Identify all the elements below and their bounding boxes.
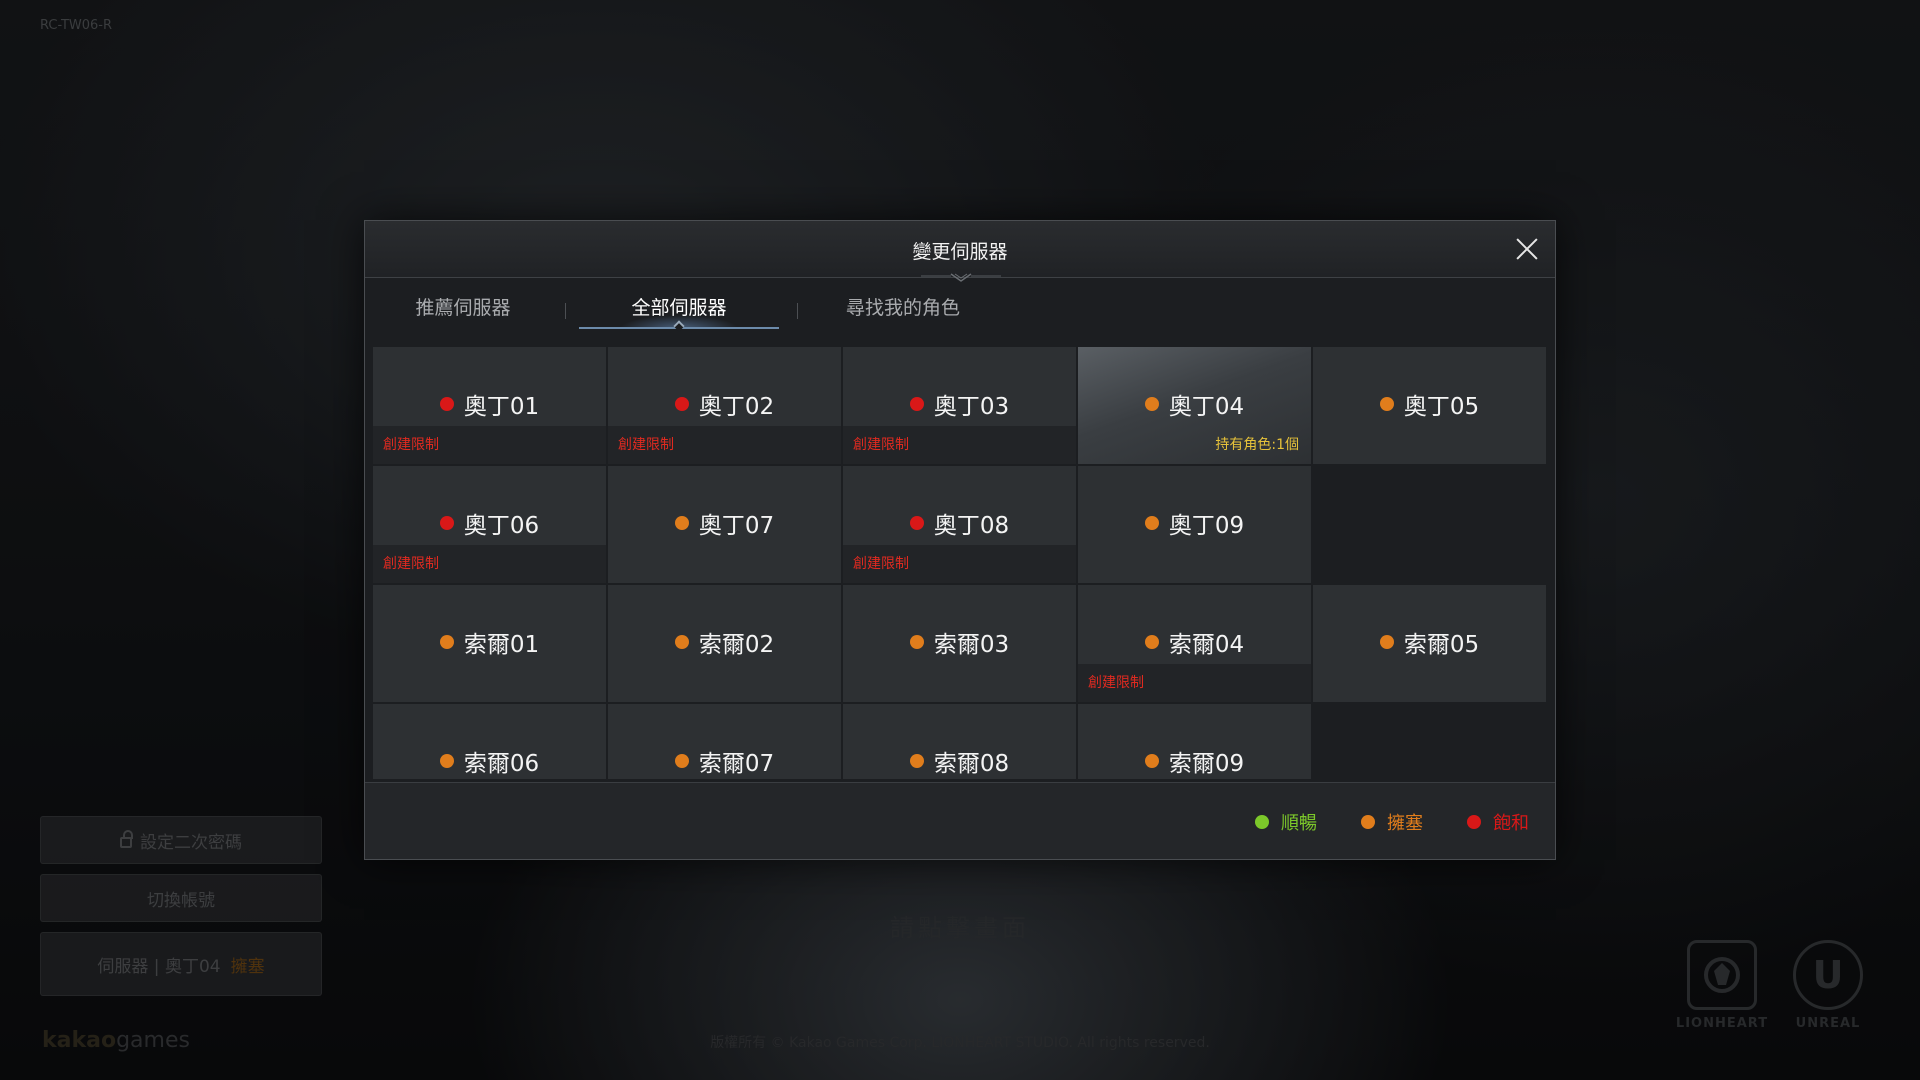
- server-status-dot-icon: [439, 754, 454, 768]
- server-name: 奧丁03: [933, 394, 1010, 420]
- server-card[interactable]: 索爾07: [608, 704, 841, 779]
- header-ornament-icon: [921, 273, 1001, 282]
- server-name: 奧丁06: [463, 513, 540, 539]
- change-server-dialog: 變更伺服器 推薦伺服器 全部伺服器 尋找我的角色 創建限制 奧丁01 創建限制 奧丁0…: [364, 220, 1556, 860]
- server-list[interactable]: 創建限制 奧丁01 創建限制 奧丁02 創建限制 奧丁03 持有角色:1個 奧丁04 奧丁05 創…: [373, 347, 1547, 779]
- server-card[interactable]: 創建限制 奧丁06: [373, 466, 606, 583]
- server-card[interactable]: 索爾06: [373, 704, 606, 779]
- status-dot-icon: [1255, 815, 1269, 829]
- creation-restricted-text: 創建限制: [618, 437, 674, 453]
- server-card-footer: 創建限制: [373, 545, 606, 583]
- creation-restricted-text: 創建限制: [853, 556, 909, 572]
- server-card[interactable]: 創建限制 奧丁01: [373, 347, 606, 464]
- dialog-header: 變更伺服器: [365, 221, 1555, 282]
- server-card[interactable]: 索爾09: [1078, 704, 1311, 779]
- server-card-footer: 創建限制: [843, 426, 1076, 464]
- server-status-dot-icon: [1379, 397, 1394, 411]
- tab-label: 推薦伺服器: [415, 297, 511, 319]
- legend-item-full: 飽和: [1467, 809, 1529, 835]
- server-name: 奧丁01: [463, 394, 540, 420]
- server-card-footer: 持有角色:1個: [1078, 426, 1311, 464]
- server-grid: 創建限制 奧丁01 創建限制 奧丁02 創建限制 奧丁03 持有角色:1個 奧丁04 奧丁05 創…: [373, 347, 1546, 779]
- server-status-dot-icon: [909, 397, 924, 411]
- server-status-dot-icon: [439, 516, 454, 530]
- server-status-dot-icon: [909, 754, 924, 768]
- server-status-dot-icon: [674, 516, 689, 530]
- server-card[interactable]: 索爾05: [1313, 585, 1546, 702]
- server-card[interactable]: 創建限制 奧丁08: [843, 466, 1076, 583]
- creation-restricted-text: 創建限制: [853, 437, 909, 453]
- legend-label: 飽和: [1493, 813, 1529, 834]
- server-card[interactable]: 索爾03: [843, 585, 1076, 702]
- server-status-dot-icon: [439, 635, 454, 649]
- tab-divider: [797, 303, 798, 319]
- status-legend: 順暢 擁塞 飽和: [1211, 809, 1529, 835]
- server-status-dot-icon: [1144, 516, 1159, 530]
- server-status-dot-icon: [1144, 754, 1159, 768]
- server-status-dot-icon: [909, 516, 924, 530]
- tab-divider: [565, 303, 566, 319]
- server-name: 索爾04: [1168, 632, 1245, 658]
- server-name: 索爾09: [1168, 751, 1245, 777]
- server-card[interactable]: 索爾02: [608, 585, 841, 702]
- server-status-dot-icon: [674, 754, 689, 768]
- server-status-dot-icon: [1144, 397, 1159, 411]
- server-name: 奧丁04: [1168, 394, 1245, 420]
- server-card[interactable]: 奧丁09: [1078, 466, 1311, 583]
- server-status-dot-icon: [674, 397, 689, 411]
- server-card-footer: 創建限制: [1078, 664, 1311, 702]
- server-name: 奧丁08: [933, 513, 1010, 539]
- empty-server-slot: [1313, 466, 1546, 583]
- server-status-dot-icon: [439, 397, 454, 411]
- server-status-dot-icon: [674, 635, 689, 649]
- legend-label: 順暢: [1281, 813, 1317, 834]
- server-name: 索爾06: [463, 751, 540, 777]
- status-dot-icon: [1361, 815, 1375, 829]
- server-card[interactable]: 創建限制 奧丁02: [608, 347, 841, 464]
- legend-item-busy: 擁塞: [1361, 809, 1423, 835]
- legend-label: 擁塞: [1387, 813, 1423, 834]
- tab-label: 尋找我的角色: [845, 297, 960, 319]
- server-name: 索爾07: [698, 751, 775, 777]
- server-name: 索爾05: [1403, 632, 1480, 658]
- status-dot-icon: [1467, 815, 1481, 829]
- server-card[interactable]: 持有角色:1個 奧丁04: [1078, 347, 1311, 464]
- tab-recommended-servers[interactable]: 推薦伺服器: [383, 291, 543, 333]
- creation-restricted-text: 創建限制: [1088, 675, 1144, 691]
- server-name: 索爾08: [933, 751, 1010, 777]
- legend-item-smooth: 順暢: [1255, 809, 1317, 835]
- dialog-footer: 順暢 擁塞 飽和: [365, 782, 1555, 859]
- server-card[interactable]: 奧丁05: [1313, 347, 1546, 464]
- empty-server-slot: [1313, 704, 1546, 779]
- server-card[interactable]: 奧丁07: [608, 466, 841, 583]
- server-name: 奧丁07: [698, 513, 775, 539]
- server-card[interactable]: 創建限制 奧丁03: [843, 347, 1076, 464]
- server-card-footer: 創建限制: [843, 545, 1076, 583]
- server-status-dot-icon: [1144, 635, 1159, 649]
- tab-all-servers[interactable]: 全部伺服器: [579, 291, 779, 333]
- server-name: 索爾03: [933, 632, 1010, 658]
- server-status-dot-icon: [1379, 635, 1394, 649]
- server-card[interactable]: 索爾01: [373, 585, 606, 702]
- tab-find-my-character[interactable]: 尋找我的角色: [813, 291, 993, 333]
- server-card-footer: 創建限制: [608, 426, 841, 464]
- server-name: 索爾02: [698, 632, 775, 658]
- owned-characters-text: 持有角色:1個: [1215, 437, 1299, 453]
- server-card-footer: 創建限制: [373, 426, 606, 464]
- creation-restricted-text: 創建限制: [383, 556, 439, 572]
- server-card[interactable]: 索爾08: [843, 704, 1076, 779]
- dialog-title: 變更伺服器: [912, 241, 1008, 263]
- server-name: 奧丁05: [1403, 394, 1480, 420]
- server-name: 索爾01: [463, 632, 540, 658]
- server-tabs: 推薦伺服器 全部伺服器 尋找我的角色: [373, 291, 1173, 333]
- server-name: 奧丁09: [1168, 513, 1245, 539]
- server-status-dot-icon: [909, 635, 924, 649]
- close-icon[interactable]: [1513, 235, 1541, 263]
- server-card[interactable]: 創建限制 索爾04: [1078, 585, 1311, 702]
- creation-restricted-text: 創建限制: [383, 437, 439, 453]
- server-name: 奧丁02: [698, 394, 775, 420]
